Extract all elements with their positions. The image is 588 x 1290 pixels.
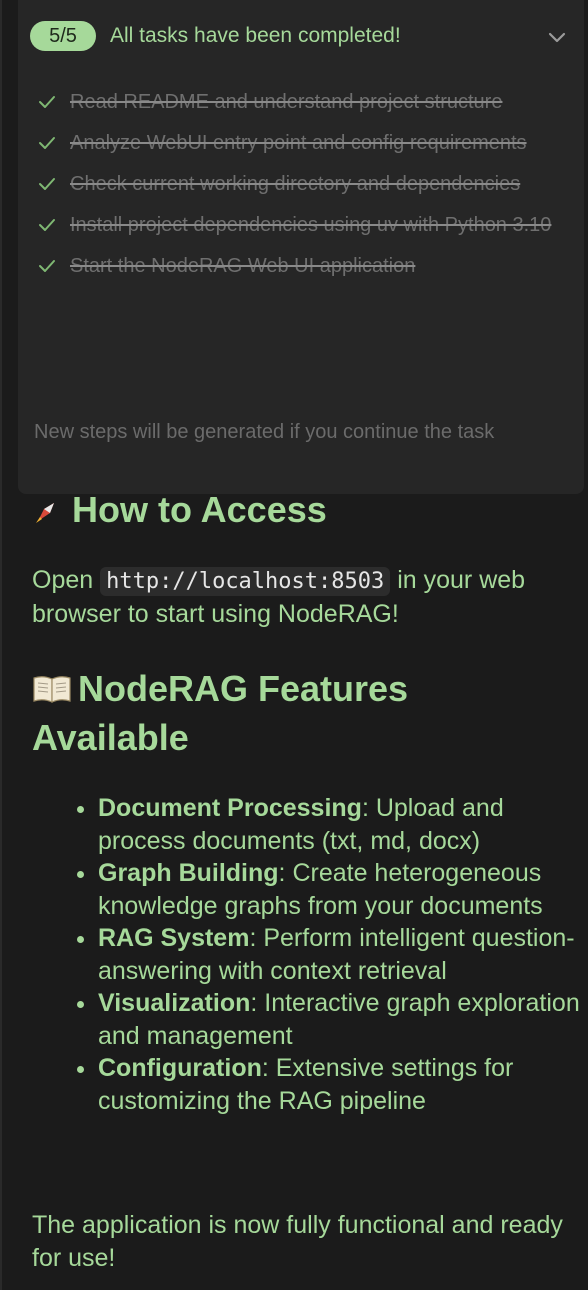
todo-item-text: Read README and understand project struc… xyxy=(70,91,503,113)
feature-name: Document Processing xyxy=(98,794,362,822)
todo-status-title: All tasks have been completed! xyxy=(110,24,401,47)
check-icon xyxy=(39,219,55,231)
check-icon xyxy=(39,260,55,272)
todo-item-text: Check current working directory and depe… xyxy=(70,173,521,195)
todo-item: Install project dependencies using uv wi… xyxy=(38,211,558,240)
todo-item-text: Analyze WebUI entry point and config req… xyxy=(70,132,527,154)
todo-progress-badge: 5/5 xyxy=(30,21,96,51)
check-icon xyxy=(39,137,55,149)
check-icon xyxy=(39,178,55,190)
todo-item: Analyze WebUI entry point and config req… xyxy=(38,129,558,158)
chevron-down-icon[interactable] xyxy=(546,26,568,48)
list-item: Configuration: Extensive settings for cu… xyxy=(98,1052,588,1117)
localhost-url-code: http://localhost:8503 xyxy=(100,567,391,596)
todo-footer-note: New steps will be generated if you conti… xyxy=(34,421,495,443)
todo-header[interactable]: 5/5 All tasks have been completed! xyxy=(30,20,570,52)
features-list: Document Processing: Upload and process … xyxy=(62,792,588,1117)
access-text-before: Open xyxy=(32,566,101,594)
todo-item-text: Start the NodeRAG Web UI application xyxy=(70,255,416,277)
list-item: Visualization: Interactive graph explora… xyxy=(98,987,588,1052)
open-book-icon xyxy=(33,676,71,703)
check-icon xyxy=(39,96,55,108)
feature-name: RAG System xyxy=(98,924,250,952)
features-heading-text: NodeRAG Features Available xyxy=(32,668,409,758)
list-item: RAG System: Perform intelligent question… xyxy=(98,922,588,987)
todo-item: Read README and understand project struc… xyxy=(38,88,558,117)
features-heading: NodeRAG Features Available xyxy=(32,664,572,762)
feature-name: Configuration xyxy=(98,1054,262,1082)
rocket-icon xyxy=(36,503,54,524)
feature-name: Visualization xyxy=(98,989,251,1017)
todo-list: Read README and understand project struc… xyxy=(38,88,558,293)
todo-panel: 5/5 All tasks have been completed! Read … xyxy=(18,0,584,494)
content-left-border xyxy=(0,0,2,1290)
access-heading: How to Access xyxy=(32,484,572,524)
todo-item: Start the NodeRAG Web UI application xyxy=(38,252,558,281)
list-item: Graph Building: Create heterogeneous kno… xyxy=(98,857,588,922)
list-item: Document Processing: Upload and process … xyxy=(98,792,588,857)
access-paragraph: Open http://localhost:8503 in your web b… xyxy=(32,564,572,631)
todo-item-text: Install project dependencies using uv wi… xyxy=(70,214,552,236)
closing-paragraph: The application is now fully functional … xyxy=(32,1211,563,1272)
access-heading-text: How to Access xyxy=(72,489,327,524)
todo-item: Check current working directory and depe… xyxy=(38,170,558,199)
feature-name: Graph Building xyxy=(98,859,279,887)
